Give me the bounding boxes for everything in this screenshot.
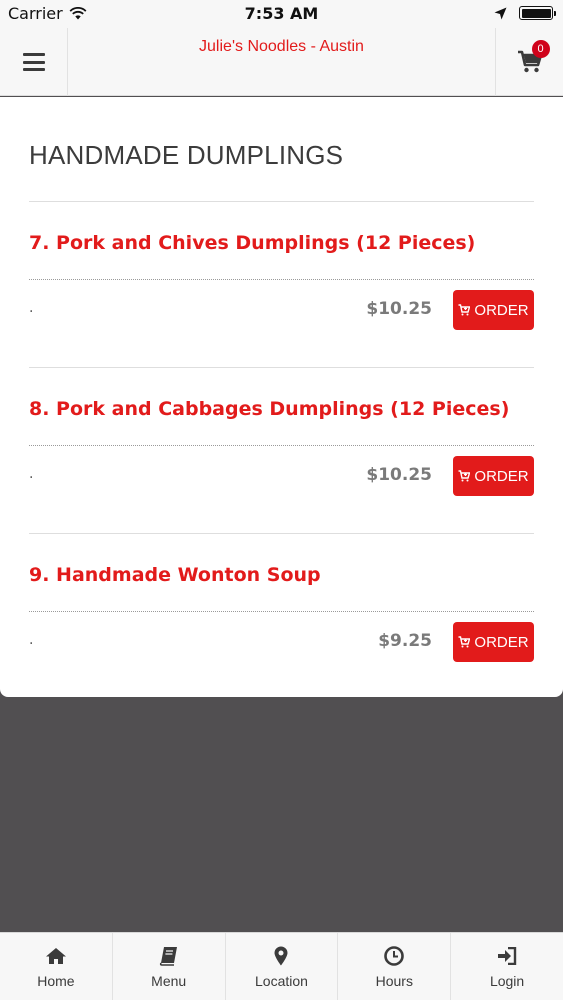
status-right xyxy=(494,6,556,20)
tab-menu[interactable]: Menu xyxy=(113,933,226,1000)
item-description: . xyxy=(29,632,34,648)
menu-button[interactable] xyxy=(0,28,68,96)
dotted-divider xyxy=(29,445,534,446)
order-button[interactable]: ORDER xyxy=(453,290,534,330)
cart-plus-icon xyxy=(458,304,471,316)
cart-button[interactable]: 0 xyxy=(495,28,563,96)
cart-count-badge: 0 xyxy=(531,40,550,58)
clock-icon xyxy=(384,946,405,966)
clock-time: 7:53 AM xyxy=(244,4,319,23)
item-price: $9.25 xyxy=(378,631,432,651)
section-title: HANDMADE DUMPLINGS xyxy=(29,140,344,170)
sign-in-icon xyxy=(498,947,517,965)
tab-menu-label: Menu xyxy=(151,973,187,989)
dotted-divider xyxy=(29,279,534,280)
tab-hours-label: Hours xyxy=(375,973,413,989)
tab-location-label: Location xyxy=(255,973,308,989)
book-icon xyxy=(159,947,177,966)
item-name: 9. Handmade Wonton Soup xyxy=(29,564,321,586)
map-pin-icon xyxy=(274,946,288,966)
item-description: . xyxy=(29,466,34,482)
location-arrow-icon xyxy=(494,7,507,19)
menu-item: 9. Handmade Wonton Soup . $9.25 ORDER xyxy=(29,534,534,700)
item-price: $10.25 xyxy=(366,299,432,319)
tab-location[interactable]: Location xyxy=(226,933,339,1000)
item-price: $10.25 xyxy=(366,465,432,485)
bottom-tab-bar: Home Menu Location Hours Login xyxy=(0,932,563,1000)
item-name: 7. Pork and Chives Dumplings (12 Pieces) xyxy=(29,232,476,254)
menu-item: 8. Pork and Cabbages Dumplings (12 Piece… xyxy=(29,368,534,534)
nav-bar: Julie's Noodles - Austin 0 xyxy=(0,28,563,96)
order-button-label: ORDER xyxy=(474,301,529,319)
battery-icon xyxy=(519,6,556,20)
order-button[interactable]: ORDER xyxy=(453,622,534,662)
menu-item: 7. Pork and Chives Dumplings (12 Pieces)… xyxy=(29,202,534,368)
tab-home-label: Home xyxy=(37,973,75,989)
tab-hours[interactable]: Hours xyxy=(338,933,452,1000)
restaurant-title: Julie's Noodles - Austin xyxy=(199,38,364,55)
hamburger-icon xyxy=(22,53,45,71)
cart-plus-icon xyxy=(458,470,471,482)
status-bar: Carrier 7:53 AM xyxy=(0,0,563,28)
tab-login-label: Login xyxy=(489,973,525,989)
dotted-divider xyxy=(29,611,534,612)
tab-login[interactable]: Login xyxy=(451,933,563,1000)
item-name: 8. Pork and Cabbages Dumplings (12 Piece… xyxy=(29,398,510,420)
menu-section-card: HANDMADE DUMPLINGS 7. Pork and Chives Du… xyxy=(0,97,563,697)
item-description: . xyxy=(29,300,34,316)
order-button-label: ORDER xyxy=(474,633,529,651)
order-button[interactable]: ORDER xyxy=(453,456,534,496)
order-button-label: ORDER xyxy=(474,467,529,485)
home-icon xyxy=(45,948,66,964)
tab-home[interactable]: Home xyxy=(0,933,113,1000)
cart-plus-icon xyxy=(458,636,471,648)
